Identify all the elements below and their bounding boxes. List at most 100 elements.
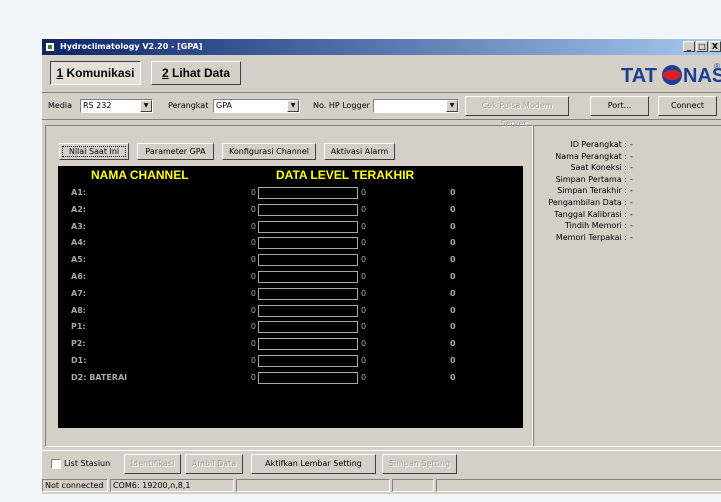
- status-panel-3: [236, 479, 390, 492]
- channel-level-bar: [258, 203, 358, 216]
- channel-level-bar: [258, 237, 358, 250]
- channel-row: A4: 0 0 0: [58, 235, 523, 251]
- channel-name: P1:: [71, 322, 86, 332]
- status-panel-4: [392, 479, 434, 492]
- channel-name: D2: BATERAI: [71, 372, 128, 382]
- maximize-button[interactable]: □: [696, 41, 708, 52]
- channel-raw-value: 0: [250, 255, 256, 265]
- hp-logger-select[interactable]: ▼: [373, 99, 459, 113]
- channel-row: D1: 0 0 0: [58, 353, 523, 369]
- ambil-data-button[interactable]: Ambil Data: [185, 454, 243, 474]
- title-bar[interactable]: Hydroclimatology V2.20 - [GPA] _ □ X: [42, 39, 721, 55]
- info-value: -: [630, 198, 633, 207]
- channel-row: A8: 0 0 0: [58, 303, 523, 319]
- info-label: Simpan Terakhir :: [557, 186, 627, 196]
- channel-raw-value: 0: [250, 272, 256, 281]
- tab-parameter-gpa[interactable]: Parameter GPA: [137, 143, 214, 160]
- info-value: -: [630, 186, 633, 196]
- info-label: Tindih Memori :: [564, 221, 627, 231]
- cek-pulsa-button[interactable]: Cek Pulsa Modem Server...: [465, 96, 569, 128]
- channel-row: A7: 0 0 0: [58, 286, 523, 302]
- info-value: -: [630, 232, 633, 242]
- channel-row: A3: 0 0 0: [58, 219, 523, 235]
- channel-level-bar: [258, 254, 358, 267]
- channel-raw-value: 0: [250, 238, 256, 248]
- chevron-down-icon[interactable]: ▼: [287, 100, 299, 112]
- channel-level-value: 0: [361, 204, 367, 214]
- channel-row: P1: 0 0 0: [58, 319, 523, 335]
- channel-last-value: 0: [450, 255, 456, 265]
- channel-level-value: 0: [361, 272, 367, 281]
- status-bar: Not connected COM6: 19200,n,8,1: [42, 477, 721, 494]
- channel-last-value: 0: [450, 221, 456, 231]
- port-button[interactable]: Port...: [590, 96, 649, 116]
- channel-level-value: 0: [361, 305, 367, 315]
- channel-row: A2: 0 0 0: [58, 202, 523, 218]
- info-label: Memori Terpakai :: [555, 232, 627, 242]
- channel-name: D1:: [71, 356, 87, 365]
- channel-level-value: 0: [361, 322, 367, 332]
- channel-raw-value: 0: [250, 288, 256, 298]
- channel-raw-value: 0: [250, 339, 256, 349]
- channel-panel: Nilai Saat Ini Parameter GPA Konfigurasi…: [45, 125, 533, 447]
- channel-last-value: 0: [450, 339, 456, 349]
- tab-komunikasi[interactable]: 1 Komunikasi: [50, 61, 141, 85]
- channel-last-value: 0: [450, 188, 456, 197]
- simpan-setting-button[interactable]: Simpan Setting: [382, 454, 457, 474]
- perangkat-label: Perangkat: [168, 101, 209, 110]
- channel-level-value: 0: [361, 372, 367, 382]
- channel-raw-value: 0: [250, 372, 256, 382]
- channel-level-value: 0: [361, 188, 367, 197]
- channel-raw-value: 0: [250, 356, 256, 365]
- media-select[interactable]: RS 232 ▼: [80, 99, 153, 113]
- channel-level-value: 0: [361, 238, 367, 248]
- aktifkan-lembar-setting-button[interactable]: Aktifkan Lembar Setting: [251, 454, 376, 474]
- tab-aktivasi-alarm[interactable]: Aktivasi Alarm: [324, 143, 395, 160]
- list-stasiun-checkbox[interactable]: [51, 459, 61, 469]
- channel-raw-value: 0: [250, 322, 256, 332]
- channel-last-value: 0: [450, 356, 456, 365]
- status-panel-5: [436, 479, 721, 492]
- channel-name: A1:: [71, 188, 86, 197]
- hp-logger-label: No. HP Logger: [313, 101, 370, 110]
- header-data-level: DATA LEVEL TERAKHIR: [276, 168, 415, 182]
- channel-last-value: 0: [450, 372, 456, 382]
- tab-lihat-data-key: 2: [161, 66, 169, 80]
- tab-lihat-data[interactable]: 2 Lihat Data: [151, 61, 241, 85]
- close-button[interactable]: X: [709, 41, 721, 52]
- list-stasiun-label[interactable]: List Stasiun: [64, 459, 110, 469]
- window-title: Hydroclimatology V2.20 - [GPA]: [60, 42, 203, 51]
- channel-name: A2:: [71, 204, 86, 214]
- channel-name: A7:: [71, 288, 86, 298]
- channel-level-bar: [258, 287, 358, 300]
- chevron-down-icon[interactable]: ▼: [446, 100, 458, 112]
- channel-level-bar: [258, 371, 358, 384]
- media-value: RS 232: [83, 101, 112, 110]
- header-nama-channel: NAMA CHANNEL: [91, 168, 189, 182]
- tab-nilai-saat-ini[interactable]: Nilai Saat Ini: [59, 143, 129, 160]
- perangkat-select[interactable]: GPA ▼: [213, 99, 300, 113]
- minimize-button[interactable]: _: [683, 41, 695, 52]
- tab-konfigurasi-channel[interactable]: Konfigurasi Channel: [222, 143, 316, 160]
- info-label: Nama Perangkat :: [555, 151, 627, 161]
- channel-level-value: 0: [361, 339, 367, 349]
- tab-komunikasi-label: Komunikasi: [63, 66, 135, 80]
- channel-level-value: 0: [361, 356, 367, 365]
- channel-last-value: 0: [450, 288, 456, 298]
- channel-last-value: 0: [450, 204, 456, 214]
- media-label: Media: [48, 101, 73, 110]
- perangkat-value: GPA: [216, 101, 232, 110]
- action-bar: List Stasiun Identifikasi Ambil Data Akt…: [42, 450, 721, 477]
- channel-level-bar: [258, 321, 358, 334]
- connection-status: Not connected: [42, 479, 108, 492]
- channel-last-value: 0: [450, 238, 456, 248]
- channel-raw-value: 0: [250, 221, 256, 231]
- identifikasi-button[interactable]: Identifikasi: [124, 454, 181, 474]
- channel-level-value: 0: [361, 221, 367, 231]
- connect-button[interactable]: Connect: [658, 96, 717, 116]
- chevron-down-icon[interactable]: ▼: [140, 100, 152, 112]
- channel-row: A6: 0 0 0: [58, 269, 523, 285]
- channel-level-value: 0: [361, 255, 367, 265]
- channel-raw-value: 0: [250, 188, 256, 197]
- info-label: Saat Koneksi :: [570, 163, 627, 173]
